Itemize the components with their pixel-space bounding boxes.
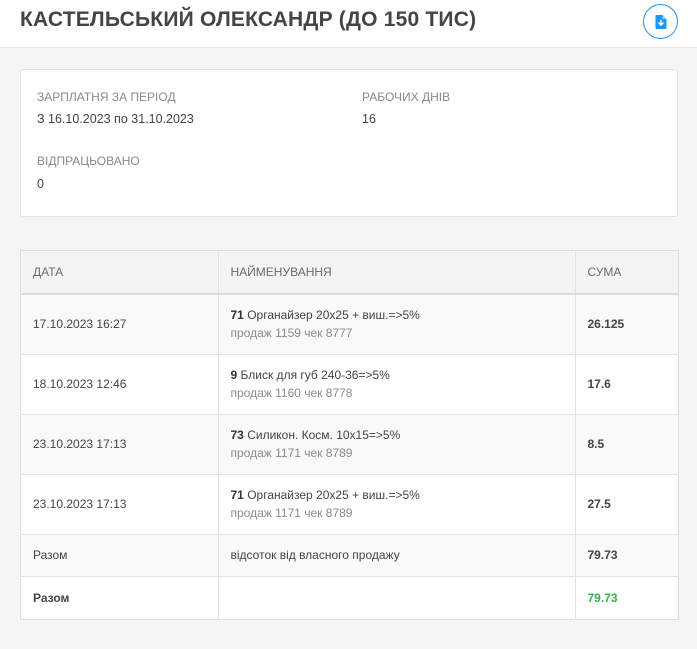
row-sale-reference: продаж 1160 чек 8778 <box>230 386 353 400</box>
subtotal-description: відсоток від власного продажу <box>218 534 576 577</box>
column-header-date[interactable]: ДАТА <box>21 251 219 295</box>
export-button[interactable] <box>643 4 678 39</box>
row-product-name: Блиск для губ 240-36=>5% <box>240 368 390 382</box>
subtotal-label: Разом <box>21 534 219 577</box>
worked-value: 0 <box>37 177 44 191</box>
period-label: ЗАРПЛАТНЯ ЗА ПЕРІОД <box>37 90 176 104</box>
row-product-name: Органайзер 20х25 + виш.=>5% <box>247 308 420 323</box>
row-date: 23.10.2023 17:13 <box>21 414 219 475</box>
total-label: Разом <box>21 576 219 619</box>
row-product-name: Органайзер 20х25 + виш.=>5% <box>247 488 420 502</box>
workdays-value: 16 <box>362 112 376 126</box>
row-description: 71 Органайзер 20х25 + виш.=>5% продаж 11… <box>218 474 576 535</box>
table-row[interactable]: 23.10.2023 17:13 73 Силикон. Косм. 10х15… <box>21 414 678 475</box>
page-header: КАСТЕЛЬСЬКИЙ ОЛЕКСАНДР (ДО 150 ТИС) <box>0 0 697 48</box>
row-sale-reference: продаж 1171 чек 8789 <box>230 446 353 460</box>
total-empty-cell <box>218 576 576 619</box>
column-header-name[interactable]: НАЙМЕНУВАННЯ <box>218 251 576 295</box>
row-quantity: 73 <box>230 428 244 442</box>
row-description: 73 Силикон. Косм. 10х15=>5% продаж 1171 … <box>218 414 576 475</box>
file-download-icon <box>655 14 666 29</box>
row-date: 23.10.2023 17:13 <box>21 474 219 535</box>
row-quantity: 71 <box>230 488 244 502</box>
row-amount: 26.125 <box>575 294 678 355</box>
table-row[interactable]: 17.10.2023 16:27 71 Органайзер 20х25 + в… <box>21 294 678 355</box>
row-sale-reference: продаж 1171 чек 8789 <box>230 506 353 520</box>
salary-info-card: ЗАРПЛАТНЯ ЗА ПЕРІОД З 16.10.2023 по 31.1… <box>20 69 678 217</box>
row-date: 18.10.2023 12:46 <box>21 354 219 415</box>
table-row[interactable]: 18.10.2023 12:46 9 Блиск для губ 240-36=… <box>21 354 678 415</box>
column-header-amount[interactable]: СУМА <box>575 251 678 295</box>
row-amount: 8.5 <box>575 414 678 475</box>
row-description: 9 Блиск для губ 240-36=>5% продаж 1160 ч… <box>218 354 576 415</box>
row-date: 17.10.2023 16:27 <box>21 294 219 355</box>
worked-label: ВІДПРАЦЬОВАНО <box>37 154 140 168</box>
row-amount: 17.6 <box>575 354 678 415</box>
total-amount: 79.73 <box>575 576 678 619</box>
subtotal-amount: 79.73 <box>575 534 678 577</box>
row-product-name: Силикон. Косм. 10х15=>5% <box>247 428 401 442</box>
row-description: 71 Органайзер 20х25 + виш.=>5% продаж 11… <box>218 294 576 355</box>
row-amount: 27.5 <box>575 474 678 535</box>
row-quantity: 9 <box>230 368 238 382</box>
table-row[interactable]: 23.10.2023 17:13 71 Органайзер 20х25 + в… <box>21 474 678 535</box>
page-title: КАСТЕЛЬСЬКИЙ ОЛЕКСАНДР (ДО 150 ТИС) <box>20 8 477 31</box>
row-sale-reference: продаж 1159 чек 8777 <box>230 326 353 341</box>
table-header-row: ДАТА НАЙМЕНУВАННЯ СУМА <box>21 251 678 295</box>
workdays-label: РАБОЧИХ ДНІВ <box>362 90 451 104</box>
subtotal-row: Разом відсоток від власного продажу 79.7… <box>21 534 678 577</box>
period-value: З 16.10.2023 по 31.10.2023 <box>37 112 194 126</box>
sales-table: ДАТА НАЙМЕНУВАННЯ СУМА 17.10.2023 16:27 … <box>20 250 679 620</box>
row-quantity: 71 <box>230 308 244 323</box>
total-row: Разом 79.73 <box>21 576 678 619</box>
